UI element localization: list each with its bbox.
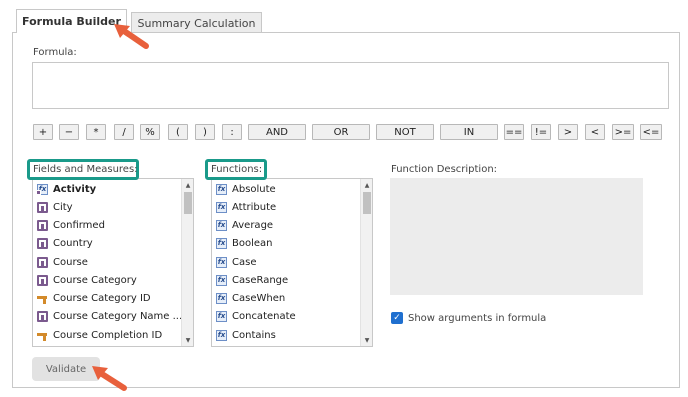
scroll-thumb[interactable] — [363, 192, 371, 214]
fields-scrollbar[interactable]: ▲ ▼ — [181, 179, 193, 346]
function-icon: fx — [216, 310, 227, 322]
operator-divide-button[interactable]: / — [114, 124, 134, 140]
scroll-down-arrow-icon[interactable]: ▼ — [182, 334, 193, 346]
dimension-icon — [37, 201, 48, 213]
list-item-course[interactable]: Course — [37, 254, 88, 270]
function-icon: fx — [216, 274, 227, 286]
operator-plus-button[interactable]: + — [33, 124, 53, 140]
list-item-function[interactable]: fx Boolean — [216, 235, 273, 251]
list-item-label: Course Category — [53, 274, 137, 286]
checkmark-icon: ✓ — [393, 313, 401, 323]
list-item-country[interactable]: Country — [37, 235, 93, 251]
list-item-label: Course Completion ID — [53, 329, 163, 341]
list-item-function[interactable]: fx Contains — [216, 327, 276, 343]
scroll-down-arrow-icon[interactable]: ▼ — [361, 334, 372, 346]
operator-in-button[interactable]: IN — [440, 124, 498, 140]
function-icon: fx — [216, 237, 227, 249]
operator-greater-equal-button[interactable]: >= — [612, 124, 634, 140]
operator-minus-button[interactable]: − — [59, 124, 79, 140]
fields-label: Fields and Measures: — [33, 164, 138, 175]
list-item-label: CaseWhen — [232, 292, 286, 304]
annotation-arrow-icon — [114, 24, 149, 49]
list-item-label: Course Category ID — [53, 292, 151, 304]
list-item-course-completion-id[interactable]: Course Completion ID — [37, 327, 162, 343]
list-item-label: City — [53, 201, 73, 213]
list-item-label: Confirmed — [53, 219, 105, 231]
list-item-function[interactable]: fx Concatenate — [216, 308, 296, 324]
list-item-course-category-name[interactable]: Course Category Name ... — [37, 308, 182, 324]
list-item-label: CaseRange — [232, 274, 289, 286]
operator-colon-button[interactable]: : — [222, 124, 242, 140]
list-item-label: Concatenate — [232, 310, 296, 322]
list-item-label: Case — [232, 256, 257, 268]
operator-not-button[interactable]: NOT — [376, 124, 434, 140]
operator-multiply-button[interactable]: * — [86, 124, 106, 140]
list-item-function[interactable]: fx CaseRange — [216, 272, 288, 288]
list-item-label: Boolean — [232, 237, 273, 249]
function-description-box — [390, 178, 643, 295]
functions-label: Functions: — [211, 164, 263, 175]
functions-scrollbar[interactable]: ▲ ▼ — [360, 179, 372, 346]
list-item-label: Country — [53, 237, 93, 249]
operator-or-button[interactable]: OR — [312, 124, 370, 140]
list-item-function[interactable]: fx CaseWhen — [216, 290, 285, 306]
operator-close-paren-button[interactable]: ) — [195, 124, 215, 140]
list-item-city[interactable]: City — [37, 199, 73, 215]
operator-equals-button[interactable]: == — [504, 124, 524, 140]
formula-textarea[interactable] — [32, 62, 669, 109]
dimension-icon — [37, 219, 48, 231]
operator-not-equals-button[interactable]: != — [531, 124, 551, 140]
key-icon — [37, 330, 48, 341]
operator-greater-button[interactable]: > — [558, 124, 578, 140]
show-arguments-label[interactable]: Show arguments in formula — [408, 313, 546, 324]
operator-modulo-button[interactable]: % — [140, 124, 160, 140]
operator-less-equal-button[interactable]: <= — [640, 124, 662, 140]
operator-less-button[interactable]: < — [585, 124, 605, 140]
list-item-function[interactable]: fx Average — [216, 217, 273, 233]
list-item-label: Course Category Name ... — [53, 310, 183, 322]
dimension-icon — [37, 274, 48, 286]
fields-list-items: fx Activity City Confirmed Country Cours… — [33, 179, 182, 346]
list-item-course-category-id[interactable]: Course Category ID — [37, 290, 151, 306]
scroll-up-arrow-icon[interactable]: ▲ — [182, 179, 193, 191]
scroll-up-arrow-icon[interactable]: ▲ — [361, 179, 372, 191]
list-item-label: Attribute — [232, 201, 277, 213]
list-item-label: Contains — [232, 329, 276, 341]
list-item-confirmed[interactable]: Confirmed — [37, 217, 105, 233]
list-item-label: Activity — [53, 183, 97, 195]
functions-list[interactable]: fx Absolute fx Attribute fx Average fx B… — [211, 178, 373, 347]
annotation-arrow-icon — [92, 366, 127, 391]
functions-list-items: fx Absolute fx Attribute fx Average fx B… — [212, 179, 360, 346]
scroll-thumb[interactable] — [184, 192, 192, 214]
function-icon: fx — [216, 219, 227, 231]
dimension-icon — [37, 256, 48, 268]
operator-and-button[interactable]: AND — [248, 124, 306, 140]
list-item-course-category[interactable]: Course Category — [37, 272, 137, 288]
fields-list[interactable]: fx Activity City Confirmed Country Cours… — [32, 178, 194, 347]
function-icon: fx — [216, 201, 227, 213]
function-icon: fx — [216, 329, 227, 341]
key-icon — [37, 293, 48, 304]
list-item-label: Course — [53, 256, 88, 268]
list-item-activity[interactable]: fx Activity — [36, 181, 97, 197]
function-icon: fx — [216, 256, 227, 268]
function-description-label: Function Description: — [391, 164, 498, 175]
function-icon: fx — [216, 292, 227, 304]
formula-dimension-icon: fx — [36, 183, 48, 195]
list-item-function[interactable]: fx Attribute — [216, 199, 276, 215]
dimension-icon — [37, 237, 48, 249]
show-arguments-checkbox[interactable]: ✓ — [391, 312, 403, 324]
operator-open-paren-button[interactable]: ( — [168, 124, 188, 140]
list-item-label: Absolute — [232, 183, 276, 195]
formula-label: Formula: — [33, 47, 77, 58]
dimension-icon — [37, 310, 48, 322]
list-item-function[interactable]: fx Absolute — [216, 181, 276, 197]
list-item-label: Average — [232, 219, 274, 231]
function-icon: fx — [216, 183, 227, 195]
list-item-function[interactable]: fx Case — [216, 254, 256, 270]
